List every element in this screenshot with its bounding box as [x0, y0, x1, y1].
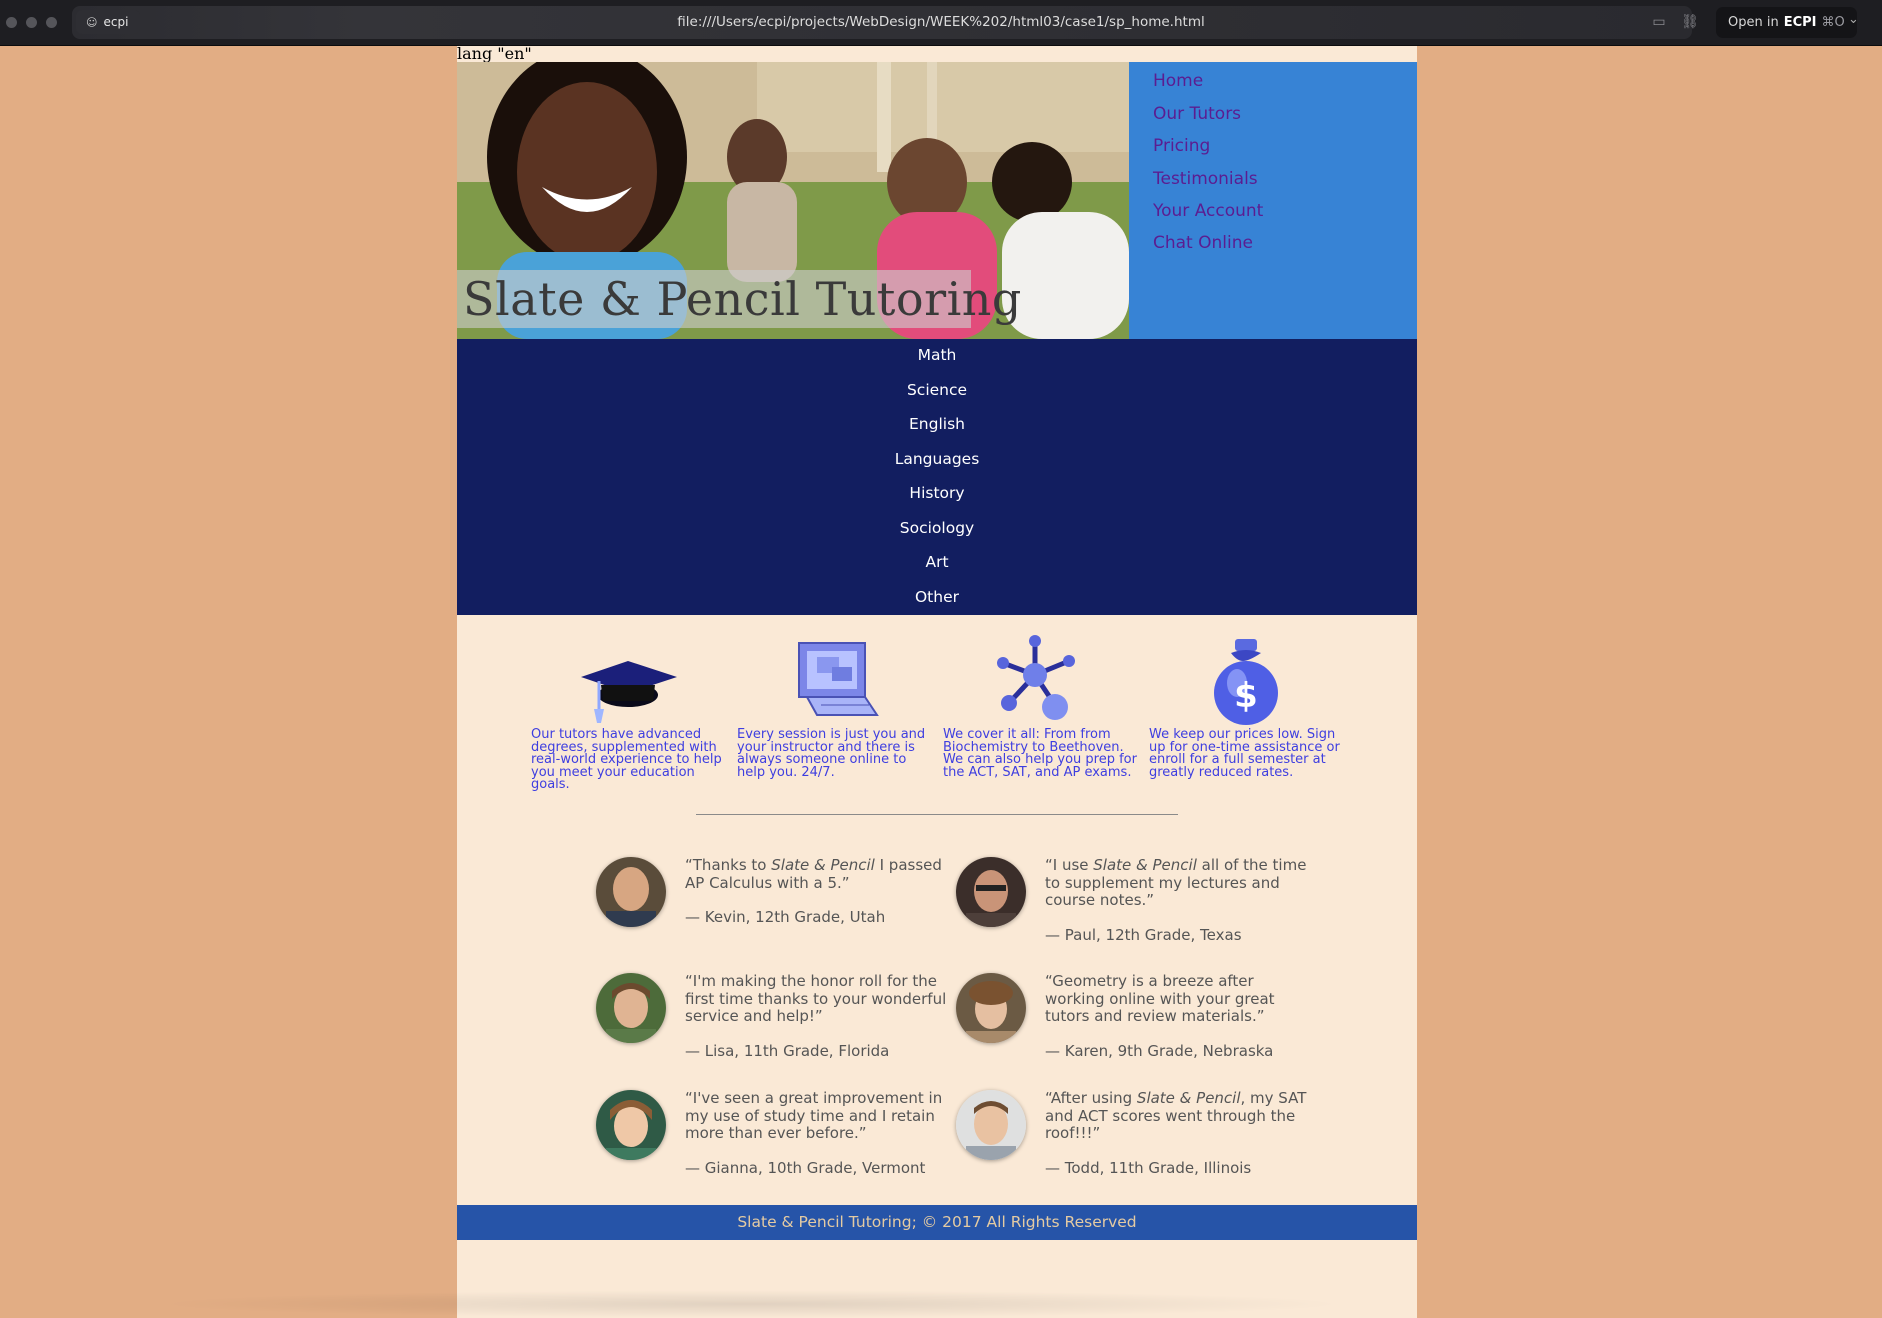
subject-link-other[interactable]: Other [457, 587, 1417, 607]
open-in-app-button[interactable]: Open in ECPI ⌘O [1716, 7, 1857, 38]
subject-link-languages[interactable]: Languages [457, 449, 1417, 469]
avatar [596, 857, 666, 927]
money-bag-icon: $ [1214, 639, 1278, 725]
page-footer: Slate & Pencil Tutoring; © 2017 All Righ… [457, 1205, 1417, 1240]
nav-link-testimonials[interactable]: Testimonials [1153, 169, 1258, 189]
avatar [596, 1090, 666, 1160]
lang-text: lang "en" [457, 44, 532, 63]
avatar [956, 1090, 1026, 1160]
testimonial-author: — Gianna, 10th Grade, Vermont [685, 1159, 926, 1177]
nav-link-pricing[interactable]: Pricing [1153, 136, 1210, 156]
feature-text: We cover it all: From from Biochemistry … [943, 727, 1137, 780]
page-container: lang "en" Slate & Pencil Tutoring Home O… [457, 46, 1417, 1318]
testimonial-quote: “I use Slate & Pencil all of the time to… [1045, 856, 1307, 909]
features-section: Our tutors have advanced degrees, supple… [457, 615, 1417, 835]
subject-link-math[interactable]: Math [457, 345, 1417, 365]
hero-image: Slate & Pencil Tutoring [457, 62, 1129, 339]
main-nav: Home Our Tutors Pricing Testimonials You… [1129, 62, 1417, 339]
subject-link-history[interactable]: History [457, 483, 1417, 503]
avatar [596, 973, 666, 1043]
subject-nav: Math Science English Languages History S… [457, 339, 1417, 615]
chevron-down-icon[interactable]: ⌄ [1848, 12, 1859, 27]
subject-link-english[interactable]: English [457, 414, 1417, 434]
open-in-prefix: Open in [1728, 15, 1779, 30]
testimonial-quote: “Geometry is a breeze after working onli… [1045, 972, 1275, 1025]
link-icon[interactable]: ⛓ [1681, 14, 1699, 30]
feature-text: Our tutors have advanced degrees, supple… [531, 727, 722, 792]
svg-text:$: $ [1234, 676, 1258, 716]
nav-link-chat-online[interactable]: Chat Online [1153, 233, 1253, 253]
nav-link-our-tutors[interactable]: Our Tutors [1153, 104, 1241, 124]
subject-link-sociology[interactable]: Sociology [457, 518, 1417, 538]
computer-icon [798, 642, 879, 716]
window-shadow [150, 1290, 1350, 1318]
testimonial-quote: “I've seen a great improvement in my use… [685, 1089, 943, 1142]
testimonial-author: — Lisa, 11th Grade, Florida [685, 1042, 890, 1060]
testimonial-author: — Todd, 11th Grade, Illinois [1045, 1159, 1252, 1177]
subject-link-art[interactable]: Art [457, 552, 1417, 572]
url-text[interactable]: file:///Users/ecpi/projects/WebDesign/WE… [0, 6, 1882, 39]
nav-link-home[interactable]: Home [1153, 71, 1203, 91]
testimonial-author: — Paul, 12th Grade, Texas [1045, 926, 1242, 944]
testimonial-quote: “Thanks to Slate & Pencil I passed AP Ca… [685, 856, 942, 892]
testimonial-author: — Karen, 9th Grade, Nebraska [1045, 1042, 1274, 1060]
molecule-icon [997, 635, 1075, 720]
avatar [956, 857, 1026, 927]
browser-toolbar: ☺ ecpi file:///Users/ecpi/projects/WebDe… [0, 0, 1882, 46]
site-logo-text: Slate & Pencil Tutoring [463, 272, 1022, 326]
open-in-shortcut: ⌘O [1821, 15, 1845, 30]
section-divider [696, 814, 1178, 815]
nav-link-your-account[interactable]: Your Account [1153, 201, 1263, 221]
testimonial-quote: “After using Slate & Pencil, my SAT and … [1045, 1089, 1307, 1142]
testimonial-quote: “I'm making the honor roll for the first… [685, 972, 947, 1025]
avatar [956, 973, 1026, 1043]
subject-link-science[interactable]: Science [457, 380, 1417, 400]
reader-mode-icon[interactable]: ▭ [1650, 14, 1668, 30]
feature-text: Every session is just you and your instr… [737, 727, 926, 780]
feature-text: We keep our prices low. Sign up for one-… [1149, 727, 1340, 780]
graduation-cap-icon [581, 661, 677, 723]
testimonial-author: — Kevin, 12th Grade, Utah [685, 908, 886, 926]
open-in-app-name: ECPI [1783, 15, 1817, 30]
